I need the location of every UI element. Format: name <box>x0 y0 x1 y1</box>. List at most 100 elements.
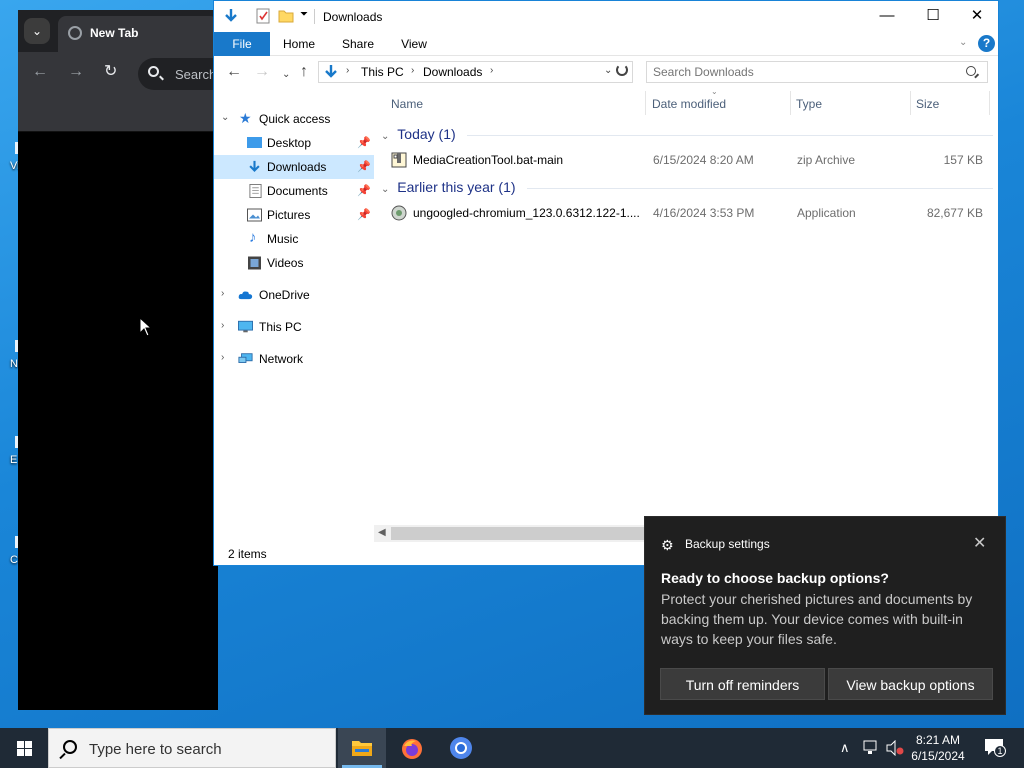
breadcrumb-chevron-icon[interactable]: › <box>490 65 493 76</box>
tab-search-button[interactable]: ⌄ <box>24 18 50 44</box>
expand-chevron-icon[interactable]: › <box>221 352 224 363</box>
horizontal-scrollbar[interactable]: ◀ <box>374 525 646 542</box>
taskbar-chromium[interactable] <box>437 728 485 768</box>
group-divider <box>527 188 993 189</box>
address-bar[interactable]: › This PC › Downloads › ⌄ <box>318 61 633 83</box>
pin-icon[interactable]: 📌 <box>357 160 371 173</box>
breadcrumb-chevron-icon[interactable]: › <box>346 65 349 76</box>
new-folder-icon[interactable] <box>278 8 294 24</box>
pin-icon[interactable]: 📌 <box>357 208 371 221</box>
expand-chevron-icon[interactable]: › <box>221 288 224 299</box>
windows-logo-icon <box>25 749 32 756</box>
nav-network[interactable]: › Network <box>214 347 374 371</box>
start-button[interactable] <box>0 728 48 768</box>
nav-music[interactable]: ♪ Music <box>214 227 374 251</box>
up-arrow-icon[interactable]: ↑ <box>300 63 308 81</box>
forward-arrow-icon[interactable]: → <box>68 64 84 80</box>
file-name: MediaCreationTool.bat-main <box>413 153 564 167</box>
desktop-icon[interactable]: Vi <box>6 142 20 172</box>
recent-locations-chevron-icon[interactable]: ⌄ <box>282 66 290 84</box>
nav-this-pc[interactable]: › This PC <box>214 315 374 339</box>
taskbar-search-box[interactable]: Type here to search <box>48 728 336 768</box>
taskbar: Type here to search ∧ 8:21 AM 6/15/2024 … <box>0 728 1024 768</box>
collapse-chevron-icon[interactable]: ⌄ <box>381 184 389 195</box>
tab-view[interactable]: View <box>396 32 432 56</box>
reload-icon[interactable]: ↻ <box>104 64 117 80</box>
taskbar-firefox[interactable] <box>388 728 436 768</box>
download-arrow-icon <box>225 9 237 22</box>
zip-archive-icon <box>391 152 407 168</box>
search-input[interactable] <box>653 65 953 79</box>
search-icon <box>966 66 976 76</box>
file-row[interactable]: ungoogled-chromium_123.0.6312.122-1.... … <box>387 202 987 224</box>
browser-toolbar: ← → ↻ Search <box>18 52 228 96</box>
close-icon[interactable]: ✕ <box>973 533 986 553</box>
turn-off-reminders-button[interactable]: Turn off reminders <box>660 668 825 700</box>
nav-quick-access[interactable]: ⌄ ★ Quick access <box>214 107 374 131</box>
tab-file[interactable]: File <box>214 32 270 56</box>
desktop-icon[interactable]: E <box>6 436 19 466</box>
pin-icon[interactable]: 📌 <box>357 136 371 149</box>
search-box[interactable] <box>646 61 988 83</box>
nav-pictures[interactable]: Pictures 📌 <box>214 203 374 227</box>
group-header-earlier-this-year[interactable]: ⌄ Earlier this year (1) <box>381 179 993 195</box>
expand-chevron-icon[interactable]: › <box>221 320 224 331</box>
properties-icon[interactable] <box>256 8 270 24</box>
address-dropdown-chevron-icon[interactable]: ⌄ <box>604 65 612 76</box>
group-header-today[interactable]: ⌄ Today (1) <box>381 126 993 142</box>
network-icon[interactable] <box>862 740 880 756</box>
collapse-chevron-icon[interactable]: ⌄ <box>381 131 389 142</box>
back-arrow-icon[interactable]: ← <box>32 64 48 80</box>
taskbar-search-placeholder: Type here to search <box>89 741 222 758</box>
globe-icon <box>68 26 82 40</box>
column-divider[interactable] <box>645 91 646 115</box>
show-hidden-icons-chevron-icon[interactable]: ∧ <box>840 740 850 756</box>
music-note-icon: ♪ <box>249 229 257 246</box>
back-arrow-icon[interactable]: ← <box>226 63 242 81</box>
help-button[interactable]: ? <box>978 35 995 52</box>
nav-videos[interactable]: Videos <box>214 251 374 275</box>
nav-desktop[interactable]: Desktop 📌 <box>214 131 374 155</box>
tab-share[interactable]: Share <box>337 32 379 56</box>
volume-muted-icon[interactable] <box>885 740 905 756</box>
column-divider[interactable] <box>989 91 990 115</box>
expand-chevron-icon[interactable]: ⌄ <box>221 112 229 123</box>
scroll-left-arrow-icon[interactable]: ◀ <box>378 527 386 538</box>
view-backup-options-button[interactable]: View backup options <box>828 668 993 700</box>
document-icon <box>249 184 262 198</box>
expand-ribbon-chevron-icon[interactable]: ⌄ <box>959 37 967 48</box>
file-row[interactable]: MediaCreationTool.bat-main 6/15/2024 8:2… <box>387 149 987 171</box>
column-header-name[interactable]: Name <box>391 97 423 111</box>
refresh-icon[interactable] <box>616 64 628 76</box>
scrollbar-thumb[interactable] <box>391 527 646 540</box>
desktop-icon[interactable]: C <box>6 536 19 566</box>
breadcrumb-downloads[interactable]: Downloads <box>423 65 482 79</box>
nav-onedrive[interactable]: › OneDrive <box>214 283 374 307</box>
breadcrumb-chevron-icon[interactable]: › <box>411 65 414 76</box>
pin-icon[interactable]: 📌 <box>357 184 371 197</box>
column-divider[interactable] <box>790 91 791 115</box>
clock[interactable]: 8:21 AM 6/15/2024 <box>904 732 972 764</box>
action-center-button[interactable]: 1 <box>984 738 1006 757</box>
column-header-size[interactable]: Size <box>916 97 939 111</box>
desktop-icon[interactable]: N <box>6 340 19 370</box>
taskbar-file-explorer[interactable] <box>338 728 386 768</box>
group-label: Today (1) <box>397 126 456 142</box>
customize-qat-chevron-icon[interactable]: ⏷ <box>300 9 308 20</box>
close-button[interactable]: ✕ <box>954 1 1000 31</box>
column-header-date-modified[interactable]: Date modified <box>652 97 726 111</box>
maximize-button[interactable]: ☐ <box>910 1 956 31</box>
file-date: 4/16/2024 3:53 PM <box>653 206 755 220</box>
tab-home[interactable]: Home <box>278 32 320 56</box>
forward-arrow-icon[interactable]: → <box>254 63 270 81</box>
column-header-type[interactable]: Type <box>796 97 822 111</box>
minimize-button[interactable]: — <box>864 1 910 31</box>
title-bar[interactable]: ⏷ Downloads — ☐ ✕ <box>214 1 998 32</box>
nav-label: Pictures <box>267 208 311 222</box>
nav-downloads[interactable]: Downloads 📌 <box>214 155 374 179</box>
browser-tab-new-tab[interactable]: New Tab <box>58 16 218 52</box>
nav-documents[interactable]: Documents 📌 <box>214 179 374 203</box>
breadcrumb-this-pc[interactable]: This PC <box>361 65 404 79</box>
backup-notification: ⚙ Backup settings ✕ Ready to choose back… <box>644 516 1006 715</box>
column-divider[interactable] <box>910 91 911 115</box>
